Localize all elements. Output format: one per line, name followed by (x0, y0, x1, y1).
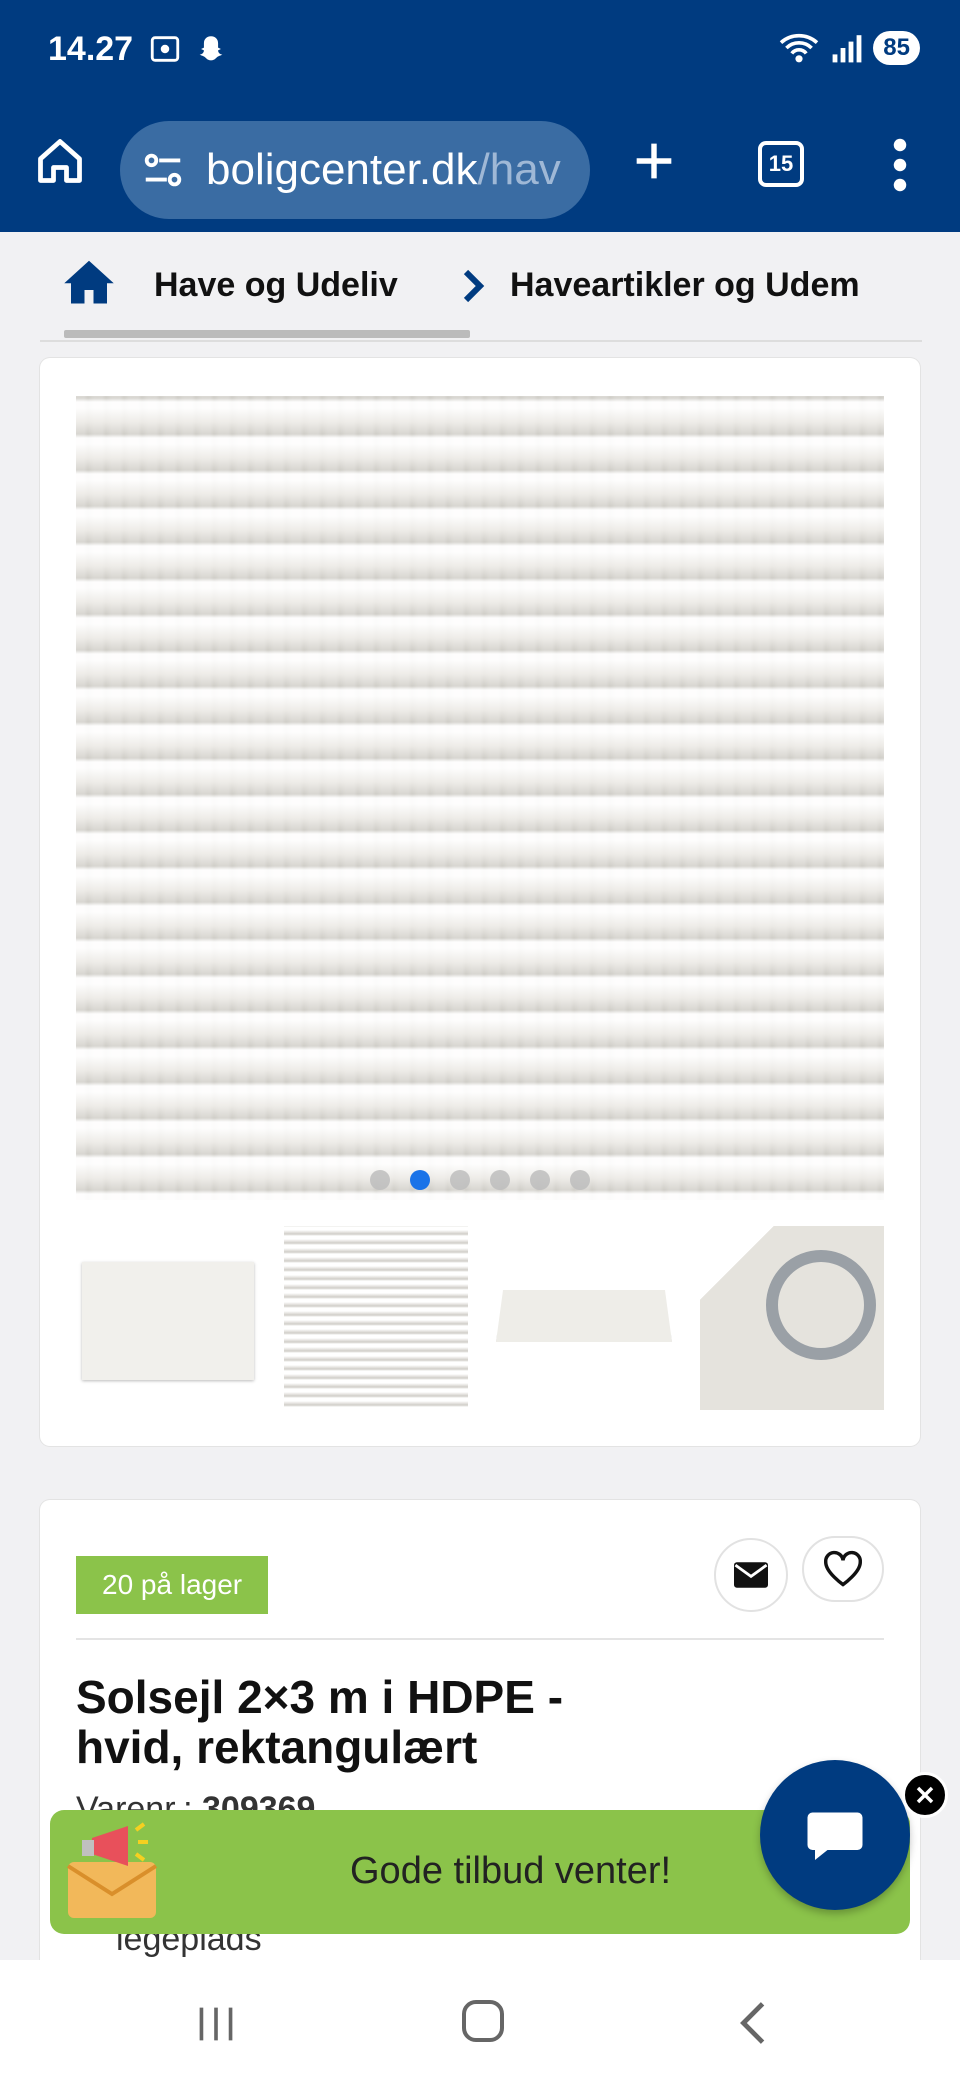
main-product-image[interactable] (76, 396, 884, 1200)
email-share-button[interactable] (714, 1538, 788, 1612)
thumbnail-strip (76, 1226, 884, 1410)
product-gallery (40, 358, 920, 1446)
carousel-dot[interactable] (450, 1170, 470, 1190)
battery-indicator: 85 (873, 31, 920, 65)
address-bar[interactable]: boligcenter.dk/hav (120, 121, 590, 219)
carousel-dots (76, 1170, 884, 1190)
screenshot-icon (150, 36, 180, 62)
carousel-dot[interactable] (370, 1170, 390, 1190)
stock-badge: 20 på lager (76, 1556, 269, 1614)
breadcrumb-divider (40, 340, 922, 342)
chevron-right-icon (463, 269, 485, 303)
thumbnail-d-ring[interactable] (700, 1226, 884, 1410)
chat-bubble-icon (807, 1812, 863, 1860)
tab-switcher-button[interactable]: 15 (758, 141, 804, 187)
thumbnail-fabric-closeup[interactable] (284, 1226, 468, 1410)
breadcrumb-item-haveartikler[interactable]: Haveartikler og Udem (510, 266, 960, 305)
system-icons: 85 (777, 30, 920, 66)
chat-button[interactable] (760, 1760, 910, 1910)
carousel-dot-active[interactable] (410, 1170, 430, 1190)
new-tab-icon[interactable] (628, 135, 680, 187)
envelope-icon (734, 1562, 768, 1588)
snapchat-icon (199, 36, 223, 61)
thumbnail-sail-flat[interactable] (76, 1226, 260, 1410)
status-time: 14.27 (48, 30, 134, 68)
notification-icons (148, 32, 228, 66)
carousel-dot[interactable] (530, 1170, 550, 1190)
heart-icon (823, 1550, 863, 1587)
breadcrumb-home-icon[interactable] (62, 256, 116, 306)
breadcrumb-scroll-indicator (64, 330, 470, 338)
carousel-dot[interactable] (490, 1170, 510, 1190)
signal-icon (832, 35, 862, 63)
status-bar: 14.27 85 (0, 0, 960, 105)
android-nav-bar (0, 1960, 960, 2080)
wifi-icon (780, 33, 819, 63)
nav-home-button[interactable] (462, 2000, 504, 2042)
recent-apps-icon[interactable] (194, 2004, 238, 2044)
browser-toolbar: boligcenter.dk/hav 15 (0, 105, 960, 232)
close-chat-button[interactable] (902, 1772, 948, 1818)
back-icon[interactable] (736, 2000, 770, 2046)
url-domain: boligcenter.dk (206, 145, 478, 194)
promo-text: Gode tilbud venter! (350, 1850, 672, 1892)
home-icon[interactable] (34, 135, 86, 187)
info-divider (76, 1638, 884, 1640)
product-title: Solsejl 2×3 m i HDPE - hvid, rektangulær… (76, 1671, 564, 1773)
megaphone-envelope-icon (66, 1822, 158, 1918)
thumbnail-sail-angled[interactable] (492, 1226, 676, 1410)
more-menu-icon[interactable] (880, 135, 920, 195)
url-path: /hav (477, 145, 561, 194)
url-text: boligcenter.dk/hav (206, 145, 561, 195)
site-settings-icon[interactable] (140, 147, 186, 193)
d-ring-shape (766, 1250, 876, 1360)
breadcrumb-item-have-og-udeliv[interactable]: Have og Udeliv (154, 266, 398, 305)
wishlist-button[interactable] (802, 1536, 884, 1602)
carousel-dot[interactable] (570, 1170, 590, 1190)
breadcrumb: Have og Udeliv Haveartikler og Udem (0, 232, 960, 342)
close-icon (916, 1786, 934, 1804)
